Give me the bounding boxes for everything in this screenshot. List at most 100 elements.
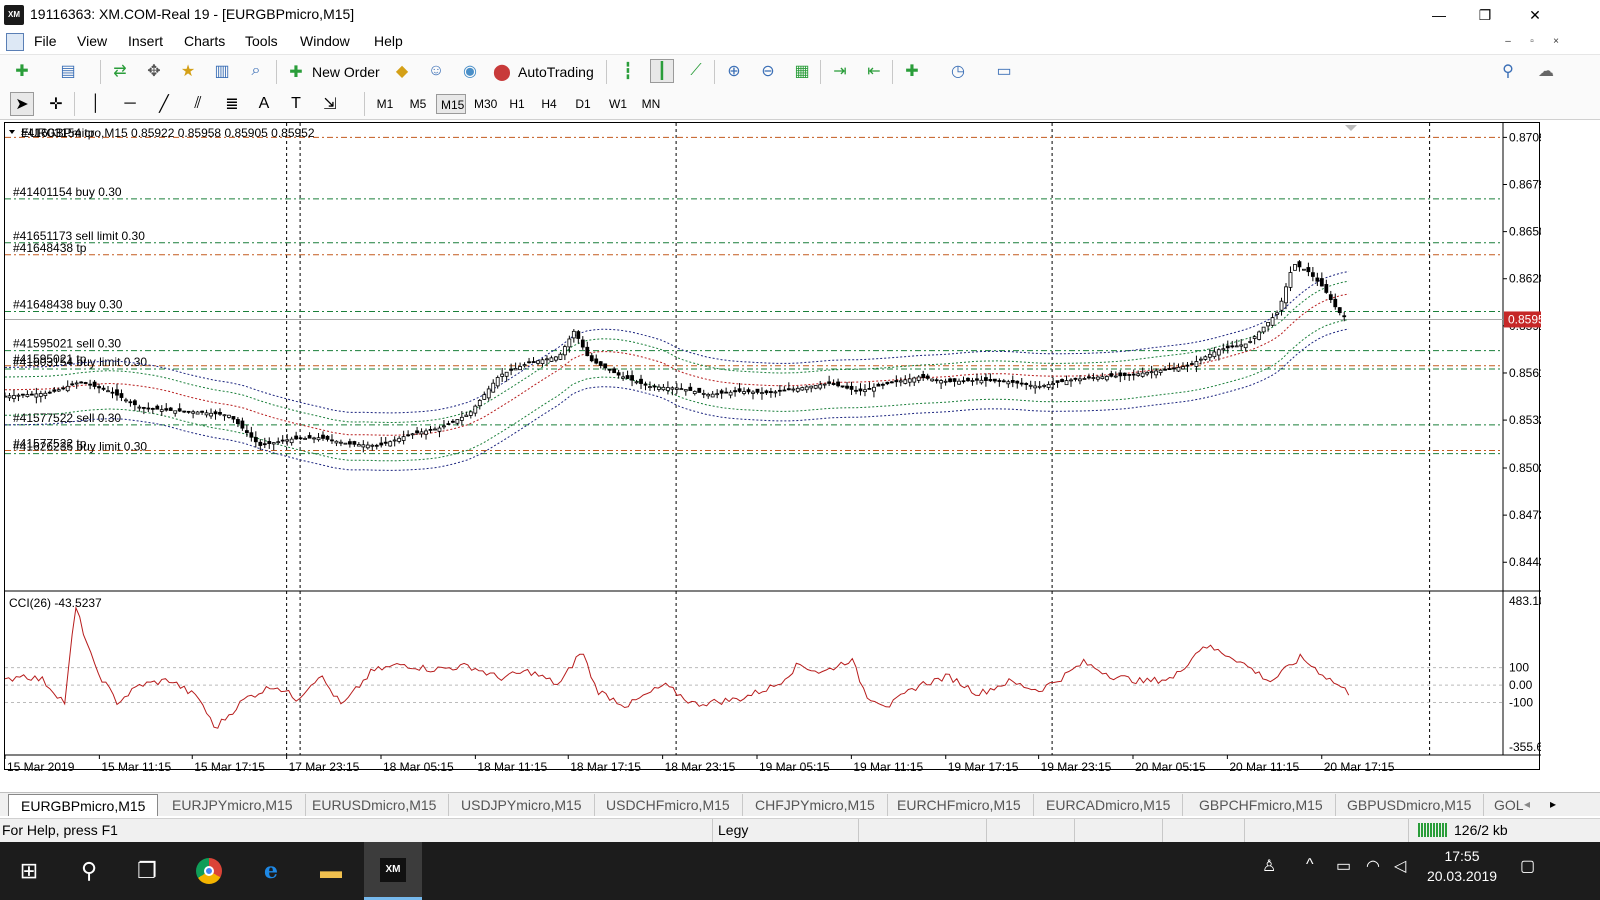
- menu-tools[interactable]: Tools: [245, 33, 278, 49]
- menu-insert[interactable]: Insert: [128, 33, 163, 49]
- timeframe-d1[interactable]: D1: [570, 94, 596, 114]
- price-tick-label: 0.85320: [1509, 413, 1541, 427]
- candle-body: [482, 394, 487, 400]
- zoom-in-icon[interactable]: ⊕: [722, 59, 746, 83]
- task-view-icon[interactable]: ❐: [126, 850, 168, 892]
- mdi-minimize-button[interactable]: –: [1500, 35, 1516, 51]
- new-order-button[interactable]: ✚ New Order: [284, 59, 379, 85]
- terminal-icon[interactable]: ▥: [210, 59, 234, 83]
- menu-charts[interactable]: Charts: [184, 33, 225, 49]
- cursor-icon[interactable]: ➤: [10, 92, 34, 116]
- periods-icon[interactable]: ◷: [946, 59, 970, 83]
- chart-menu-arrow-icon[interactable]: [9, 130, 15, 134]
- line-chart-icon[interactable]: ⟋: [684, 59, 708, 83]
- timeframe-m5[interactable]: M5: [404, 94, 432, 114]
- profiles-icon[interactable]: ▤: [56, 59, 80, 83]
- windows-start-icon[interactable]: ⊞: [8, 850, 50, 892]
- search-taskbar-icon[interactable]: ⚲: [68, 850, 110, 892]
- timeframe-h4[interactable]: H4: [536, 94, 562, 114]
- candle-body: [7, 395, 12, 399]
- chart-tab-usdchf[interactable]: USDCHFmicro,M15: [594, 794, 743, 816]
- file-explorer-icon[interactable]: ▬: [310, 850, 352, 892]
- chart-tab-eurchf[interactable]: EURCHFmicro,M15: [885, 794, 1034, 816]
- close-button[interactable]: ✕: [1512, 0, 1558, 30]
- people-icon[interactable]: ♙: [1262, 856, 1276, 876]
- chart-tab-eurusd[interactable]: EURUSDmicro,M15: [300, 794, 450, 816]
- chart-shift-marker-icon[interactable]: [1345, 125, 1357, 131]
- metaeditor-icon[interactable]: ◆: [390, 59, 414, 83]
- market-icon[interactable]: ◉: [458, 59, 482, 83]
- xm-taskbar-button[interactable]: XM: [364, 842, 422, 900]
- menu-help[interactable]: Help: [374, 33, 403, 49]
- minimize-button[interactable]: —: [1416, 0, 1462, 30]
- chart-tab-gbpusd[interactable]: GBPUSDmicro,M15: [1335, 794, 1485, 816]
- chart-window-icon[interactable]: [6, 33, 24, 51]
- new-chart-icon[interactable]: ✚: [10, 59, 34, 83]
- horizontal-line-icon[interactable]: ─: [118, 92, 142, 116]
- volume-icon[interactable]: ◁: [1394, 856, 1406, 876]
- zoom-out-icon[interactable]: ⊖: [756, 59, 780, 83]
- status-bar: For Help, press F1 Legy 126/2 kb: [0, 818, 1600, 843]
- menu-view[interactable]: View: [77, 33, 107, 49]
- strategy-tester-icon[interactable]: ⌕: [244, 59, 268, 83]
- tile-windows-icon[interactable]: ▦: [790, 59, 814, 83]
- market-watch-icon[interactable]: ⇄: [108, 59, 132, 83]
- auto-scroll-icon[interactable]: ⇥: [828, 59, 852, 83]
- candle-body: [495, 377, 500, 387]
- chart-tab-eurgbp[interactable]: EURGBPmicro,M15: [8, 794, 159, 816]
- timeframe-m30[interactable]: M30: [470, 94, 500, 114]
- tabs-scroll-left-icon[interactable]: ◂: [1524, 797, 1530, 811]
- search-icon[interactable]: ⚲: [1496, 59, 1520, 83]
- chart-tab-eurcad[interactable]: EURCADmicro,M15: [1034, 794, 1184, 816]
- data-window-icon[interactable]: ✥: [142, 59, 166, 83]
- timeframe-w1[interactable]: W1: [604, 94, 632, 114]
- tray-expand-icon[interactable]: ^: [1306, 856, 1314, 874]
- chart-tab-gbpchf[interactable]: GBPCHFmicro,M15: [1187, 794, 1336, 816]
- templates-icon[interactable]: ▭: [992, 59, 1016, 83]
- bar-chart-icon[interactable]: ┇: [616, 59, 640, 83]
- timeframe-m15[interactable]: M15: [436, 94, 466, 114]
- candlestick-icon[interactable]: ┃: [650, 59, 674, 83]
- navigator-icon[interactable]: ★: [176, 59, 200, 83]
- candle-body: [1060, 379, 1064, 382]
- candle-body: [191, 411, 196, 414]
- chart-tab-eurjpy[interactable]: EURJPYmicro,M15: [160, 794, 306, 816]
- mdi-close-button[interactable]: ×: [1548, 35, 1564, 51]
- edge-icon[interactable]: e: [250, 850, 292, 892]
- battery-icon[interactable]: ▭: [1336, 856, 1351, 876]
- channel-icon[interactable]: ⫽: [186, 92, 210, 116]
- candle-body: [325, 435, 330, 440]
- mdi-restore-button[interactable]: ▫: [1524, 35, 1540, 51]
- signals-icon[interactable]: ☺: [424, 59, 448, 83]
- vertical-line-icon[interactable]: │: [84, 92, 108, 116]
- wifi-icon[interactable]: ◠: [1366, 856, 1380, 876]
- chart-tab-chfjpy[interactable]: CHFJPYmicro,M15: [743, 794, 888, 816]
- fibonacci-icon[interactable]: ≣: [220, 92, 244, 116]
- maximize-button[interactable]: ❐: [1462, 0, 1508, 30]
- trendline-icon[interactable]: ╱: [152, 92, 176, 116]
- candle-body: [603, 363, 608, 369]
- taskbar-time[interactable]: 17:55: [1428, 848, 1496, 864]
- text-label-icon[interactable]: T: [284, 92, 308, 116]
- timeframe-m1[interactable]: M1: [372, 94, 398, 114]
- candle-body: [688, 386, 693, 391]
- autotrading-button[interactable]: ⬤ AutoTrading: [490, 59, 594, 85]
- chart-tab-usdjpy[interactable]: USDJPYmicro,M15: [449, 794, 595, 816]
- arrows-icon[interactable]: ⇲: [318, 92, 342, 116]
- chart-shift-icon[interactable]: ⇤: [862, 59, 886, 83]
- timeframe-h1[interactable]: H1: [504, 94, 530, 114]
- notifications-icon[interactable]: ▢: [1520, 856, 1535, 876]
- chart-canvas[interactable]: #41401154 buy 0.30#41651173 sell limit 0…: [5, 123, 1541, 771]
- crosshair-icon[interactable]: ✛: [44, 92, 68, 116]
- menu-file[interactable]: File: [34, 33, 57, 49]
- text-icon[interactable]: A: [252, 92, 276, 116]
- chart-window[interactable]: #41401154 buy 0.30 #41651173 sell limit 0…: [4, 122, 1541, 771]
- indicators-icon[interactable]: ✚: [900, 59, 924, 83]
- chrome-icon[interactable]: [188, 850, 230, 892]
- tabs-scroll-right-icon[interactable]: ▸: [1550, 797, 1556, 811]
- timeframe-mn[interactable]: MN: [636, 94, 666, 114]
- taskbar-date[interactable]: 20.03.2019: [1424, 868, 1500, 884]
- candle-body: [352, 441, 357, 445]
- chat-icon[interactable]: ☁: [1534, 59, 1558, 83]
- menu-window[interactable]: Window: [300, 33, 350, 49]
